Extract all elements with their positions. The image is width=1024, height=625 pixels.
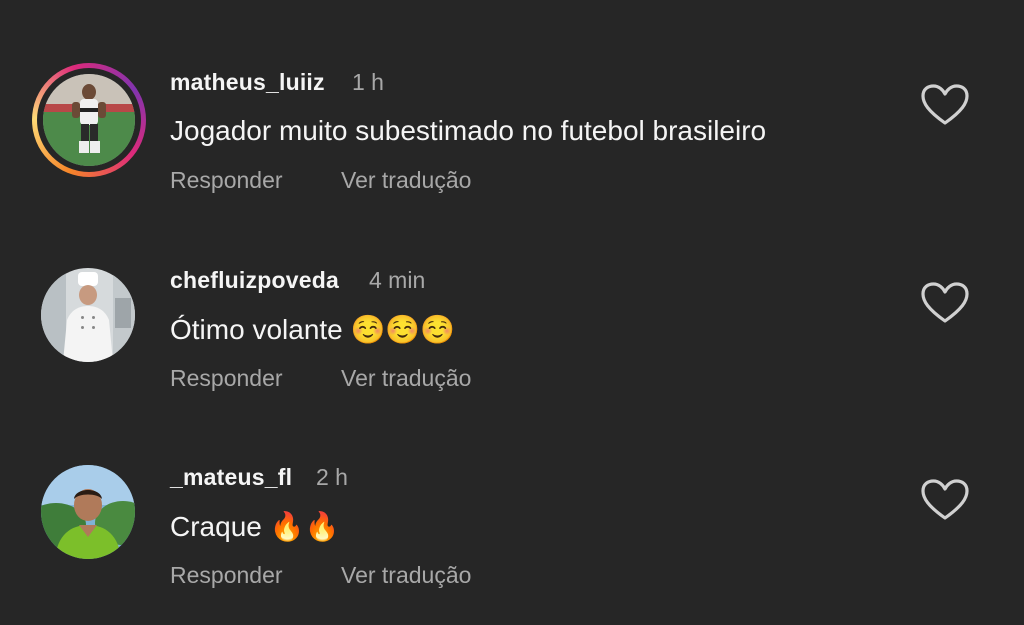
- avatar[interactable]: [43, 74, 135, 166]
- heart-outline-icon[interactable]: [920, 281, 970, 325]
- comment-timestamp: 4 min: [369, 267, 426, 293]
- reply-button[interactable]: Responder: [170, 562, 283, 589]
- comment-text: Ótimo volante ☺️☺️☺️: [170, 314, 456, 345]
- see-translation-button[interactable]: Ver tradução: [341, 365, 471, 392]
- comment-item: _mateus_fl 2 h Craque 🔥🔥 Responder Ver t…: [0, 440, 1024, 590]
- comment-text: Jogador muito subestimado no futebol bra…: [170, 115, 767, 146]
- comment-item: matheus_luiiz 1 h Jogador muito subestim…: [0, 45, 1024, 195]
- comment-timestamp: 2 h: [316, 464, 348, 490]
- heart-outline-icon[interactable]: [920, 83, 970, 127]
- avatar[interactable]: [41, 268, 135, 362]
- heart-outline-icon[interactable]: [920, 478, 970, 522]
- username[interactable]: matheus_luiiz: [170, 69, 325, 96]
- reply-button[interactable]: Responder: [170, 365, 283, 392]
- reply-button[interactable]: Responder: [170, 167, 283, 194]
- comment-item: chefluizpoveda 4 min Ótimo volante ☺️☺️☺…: [0, 243, 1024, 393]
- comment-timestamp: 1 h: [352, 69, 384, 95]
- comment-text: Craque 🔥🔥: [170, 511, 340, 542]
- story-ring[interactable]: [32, 63, 146, 177]
- see-translation-button[interactable]: Ver tradução: [341, 562, 471, 589]
- username[interactable]: _mateus_fl: [170, 464, 292, 491]
- avatar[interactable]: [41, 465, 135, 559]
- comment-list: matheus_luiiz 1 h Jogador muito subestim…: [0, 0, 1024, 625]
- see-translation-button[interactable]: Ver tradução: [341, 167, 471, 194]
- username[interactable]: chefluizpoveda: [170, 267, 339, 294]
